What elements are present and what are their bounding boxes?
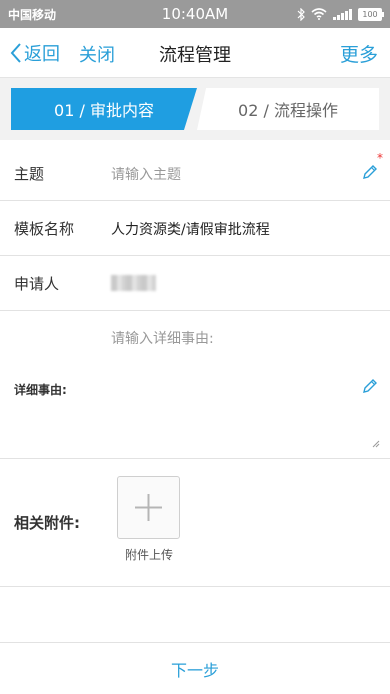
upload-button[interactable] <box>117 476 180 539</box>
next-step-button[interactable]: 下一步 <box>0 657 390 681</box>
attachment-label: 相关附件: <box>14 514 80 532</box>
template-row: 模板名称 人力资源类/请假审批流程 <box>0 201 390 256</box>
clock: 10:40AM <box>161 5 229 23</box>
required-mark: * <box>377 151 383 165</box>
pencil-icon[interactable] <box>362 164 378 180</box>
nav-bar: 返回 关闭 流程管理 更多 <box>0 28 390 78</box>
applicant-row: 申请人 <box>0 256 390 311</box>
back-label: 返回 <box>24 44 60 65</box>
resize-grip-icon[interactable] <box>372 440 380 448</box>
applicant-name-blurred <box>111 275 156 291</box>
subject-row: 主题 请输入主题 * <box>0 146 390 201</box>
subject-input[interactable]: 请输入主题 <box>111 164 181 184</box>
detail-textarea[interactable]: 请输入详细事由: <box>111 328 214 348</box>
detail-row: 请输入详细事由: 详细事由: <box>0 311 390 459</box>
template-value: 人力资源类/请假审批流程 <box>111 222 270 238</box>
step-tabs: 01 / 审批内容 02 / 流程操作 <box>0 78 390 140</box>
subject-label: 主题 <box>14 165 45 183</box>
pencil-icon[interactable] <box>362 378 378 394</box>
attachment-row: 相关附件: 附件上传 <box>0 459 390 587</box>
plus-icon <box>135 494 162 521</box>
more-button[interactable]: 更多 <box>340 40 378 67</box>
template-label: 模板名称 <box>14 220 75 238</box>
close-button[interactable]: 关闭 <box>79 41 115 67</box>
applicant-label: 申请人 <box>14 275 60 293</box>
chevron-left-icon <box>10 43 21 63</box>
step-tab-process-operation[interactable]: 02 / 流程操作 <box>197 88 379 130</box>
upload-caption: 附件上传 <box>124 548 173 562</box>
footer-bar: 下一步 <box>0 642 390 694</box>
back-button[interactable]: 返回 <box>10 40 60 66</box>
detail-label: 详细事由: <box>14 383 67 397</box>
battery-icon: 100 <box>358 7 384 21</box>
step-tab-approval-content[interactable]: 01 / 审批内容 <box>11 88 197 130</box>
status-bar: 中国移动 10:40AM 100 <box>0 0 390 28</box>
